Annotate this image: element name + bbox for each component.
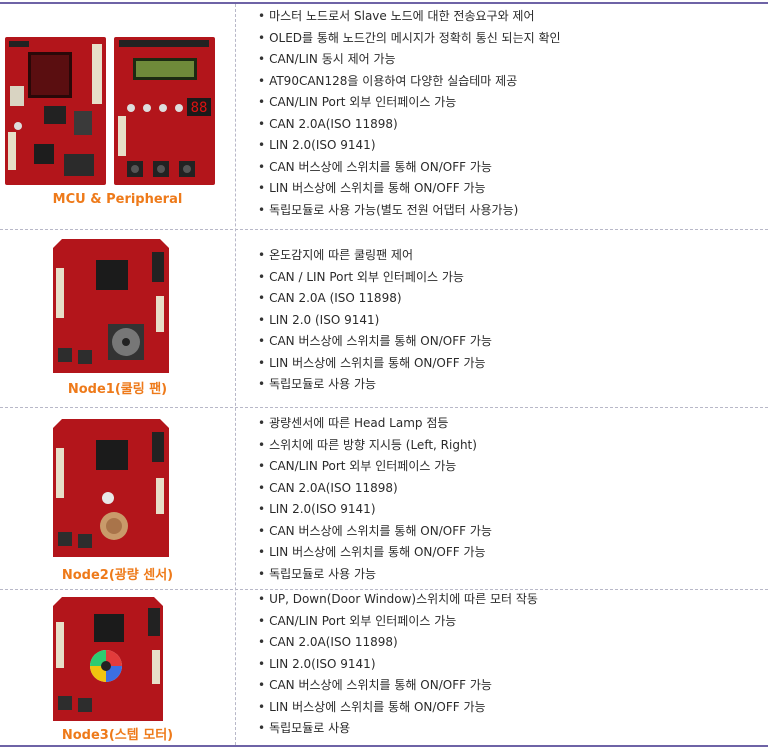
- list-item: 광량센서에 따른 Head Lamp 점등: [258, 413, 492, 435]
- row-caption-node1: Node1(쿨링 팬): [67, 382, 168, 397]
- table-top-rule: [0, 2, 768, 4]
- list-item: 마스터 노드로서 Slave 노드에 대한 전송요구와 제어: [258, 6, 561, 28]
- row-divider: [0, 229, 768, 230]
- list-item: OLED를 통해 노드간의 메시지가 정확히 통신 되는지 확인: [258, 28, 561, 50]
- node3-image-cell: Node3(스텝 모터): [0, 592, 235, 744]
- node3-board-image: [53, 597, 163, 721]
- mcu-feature-list: 마스터 노드로서 Slave 노드에 대한 전송요구와 제어 OLED를 통해 …: [258, 6, 561, 221]
- list-item: CAN/LIN Port 외부 인터페이스 가능: [258, 92, 561, 114]
- node1-board-image: [53, 239, 169, 373]
- product-spec-table: 88 MCU & Peripheral 마스터 노드로서 Slave 노드에 대…: [0, 0, 768, 749]
- node1-feature-list: 온도감지에 따른 쿨링팬 제어 CAN / LIN Port 외부 인터페이스 …: [258, 245, 492, 396]
- list-item: CAN 버스상에 스위치를 통해 ON/OFF 가능: [258, 675, 538, 697]
- list-item: CAN/LIN Port 외부 인터페이스 가능: [258, 456, 492, 478]
- list-item: 독립모듈로 사용: [258, 718, 538, 740]
- list-item: LIN 2.0(ISO 9141): [258, 135, 561, 157]
- list-item: CAN / LIN Port 외부 인터페이스 가능: [258, 267, 492, 289]
- column-divider: [235, 4, 236, 745]
- list-item: LIN 버스상에 스위치를 통해 ON/OFF 가능: [258, 353, 492, 375]
- node1-image-cell: Node1(쿨링 팬): [0, 232, 235, 404]
- list-item: CAN 버스상에 스위치를 통해 ON/OFF 가능: [258, 157, 561, 179]
- list-item: CAN 2.0A (ISO 11898): [258, 288, 492, 310]
- row-caption-node2: Node2(광량 센서): [61, 568, 174, 583]
- list-item: LIN 2.0 (ISO 9141): [258, 310, 492, 332]
- list-item: CAN/LIN 동시 제어 가능: [258, 49, 561, 71]
- list-item: CAN 2.0A(ISO 11898): [258, 114, 561, 136]
- node2-feature-list: 광량센서에 따른 Head Lamp 점등 스위치에 따른 방향 지시등 (Le…: [258, 413, 492, 585]
- list-item: 온도감지에 따른 쿨링팬 제어: [258, 245, 492, 267]
- list-item: UP, Down(Door Window)스위치에 따른 모터 작동: [258, 589, 538, 611]
- list-item: AT90CAN128을 이용하여 다양한 실습테마 제공: [258, 71, 561, 93]
- list-item: LIN 2.0(ISO 9141): [258, 654, 538, 676]
- list-item: CAN 2.0A(ISO 11898): [258, 632, 538, 654]
- row-divider: [0, 407, 768, 408]
- mcu-board-image: [5, 37, 106, 185]
- list-item: 독립모듈로 사용 가능: [258, 374, 492, 396]
- list-item: LIN 2.0(ISO 9141): [258, 499, 492, 521]
- list-item: 독립모듈로 사용 가능(별도 전원 어댑터 사용가능): [258, 200, 561, 222]
- table-bottom-rule: [0, 745, 768, 747]
- row-caption-mcu: MCU & Peripheral: [52, 192, 183, 207]
- mcu-peripheral-image-cell: 88 MCU & Peripheral: [0, 28, 235, 228]
- list-item: LIN 버스상에 스위치를 통해 ON/OFF 가능: [258, 178, 561, 200]
- node2-image-cell: Node2(광량 센서): [0, 410, 235, 586]
- node2-board-image: [53, 419, 169, 557]
- list-item: CAN 버스상에 스위치를 통해 ON/OFF 가능: [258, 521, 492, 543]
- node3-feature-list: UP, Down(Door Window)스위치에 따른 모터 작동 CAN/L…: [258, 589, 538, 740]
- list-item: LIN 버스상에 스위치를 통해 ON/OFF 가능: [258, 697, 538, 719]
- peripheral-board-image: 88: [114, 37, 215, 185]
- list-item: CAN/LIN Port 외부 인터페이스 가능: [258, 611, 538, 633]
- seven-segment-readout: 88: [191, 100, 208, 116]
- list-item: CAN 2.0A(ISO 11898): [258, 478, 492, 500]
- list-item: LIN 버스상에 스위치를 통해 ON/OFF 가능: [258, 542, 492, 564]
- list-item: CAN 버스상에 스위치를 통해 ON/OFF 가능: [258, 331, 492, 353]
- list-item: 스위치에 따른 방향 지시등 (Left, Right): [258, 435, 492, 457]
- list-item: 독립모듈로 사용 가능: [258, 564, 492, 586]
- row-caption-node3: Node3(스텝 모터): [61, 728, 174, 743]
